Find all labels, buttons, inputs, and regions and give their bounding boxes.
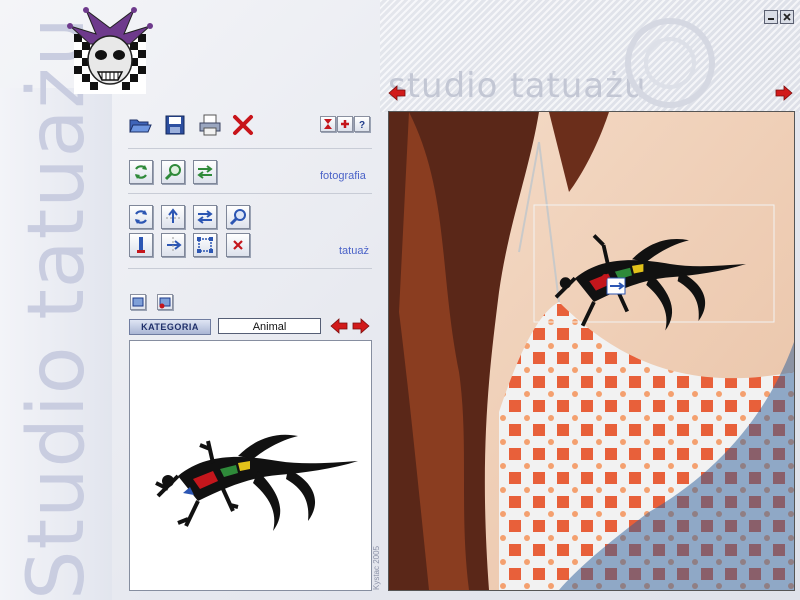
tattoo-flip-button[interactable]	[193, 205, 217, 229]
model-photo-image	[389, 112, 794, 590]
tattoo-section-label: tatuaż	[339, 245, 369, 257]
vertical-app-title: Studio tatuażu	[12, 16, 102, 600]
remove-x-icon	[233, 240, 243, 250]
photo-canvas[interactable]	[388, 111, 795, 591]
move-right-icon	[167, 237, 182, 253]
minimize-button[interactable]	[764, 10, 778, 24]
app-window: Studio tatuażu studio tatuażu ? fotograf…	[0, 0, 800, 600]
tattoo-move-up-button[interactable]	[161, 205, 185, 229]
rotate-icon	[135, 165, 147, 179]
separator	[128, 268, 372, 269]
hourglass-button[interactable]	[320, 116, 336, 132]
next-photo-arrow-icon[interactable]	[775, 85, 793, 101]
lizard-tattoo-image	[155, 434, 358, 531]
tattoo-delete-button[interactable]	[157, 294, 173, 310]
tattoo-load-button[interactable]	[130, 294, 146, 310]
photo-section-label: fotografia	[320, 170, 366, 182]
print-icon[interactable]	[198, 113, 222, 137]
prev-category-arrow-icon[interactable]	[330, 318, 348, 334]
photo-flip-button[interactable]	[193, 160, 217, 184]
tattoo-resize-button[interactable]	[193, 233, 217, 257]
tattoo-zoom-button[interactable]	[226, 205, 250, 229]
watermark-graphic	[625, 18, 715, 108]
add-button[interactable]	[337, 116, 353, 132]
delete-icon[interactable]	[231, 113, 255, 137]
tattoo-remove-button[interactable]	[226, 233, 250, 257]
svg-text:?: ?	[359, 120, 365, 131]
flip-arrows-icon	[197, 165, 213, 179]
tattoo-rotate-button[interactable]	[129, 205, 153, 229]
tattoo-preview[interactable]	[129, 340, 372, 591]
separator	[128, 193, 372, 194]
photo-rotate-button[interactable]	[129, 160, 153, 184]
category-field[interactable]: Animal	[218, 318, 321, 334]
close-x-icon	[783, 13, 791, 21]
tattoo-image-icon	[132, 297, 144, 307]
rotate-icon	[135, 210, 147, 224]
vertical-bar-icon	[137, 237, 145, 253]
resize-frame-icon	[197, 237, 213, 253]
tattoo-move-right-button[interactable]	[161, 233, 185, 257]
help-button[interactable]: ?	[354, 116, 370, 132]
separator	[128, 148, 372, 149]
credit-text: Kystac 2005	[372, 545, 381, 590]
header-app-title: studio tatuażu	[388, 66, 647, 106]
category-button[interactable]: KATEGORIA	[129, 319, 211, 335]
logo-jester-icon	[67, 7, 153, 94]
minimize-icon	[768, 18, 774, 20]
folder-open-icon[interactable]	[128, 113, 152, 137]
magnifier-icon	[164, 164, 181, 181]
close-window-button[interactable]	[780, 10, 794, 24]
move-up-icon	[166, 208, 180, 223]
magnifier-icon	[229, 209, 246, 226]
flip-arrows-icon	[197, 210, 213, 224]
tattoo-delete-icon	[159, 297, 171, 309]
help-icon: ?	[359, 120, 365, 131]
save-icon[interactable]	[163, 113, 187, 137]
next-category-arrow-icon[interactable]	[352, 318, 370, 334]
hourglass-icon	[324, 119, 332, 129]
plus-icon	[341, 120, 349, 128]
tattoo-opacity-button[interactable]	[129, 233, 153, 257]
photo-zoom-button[interactable]	[161, 160, 185, 184]
prev-photo-arrow-icon[interactable]	[388, 85, 406, 101]
